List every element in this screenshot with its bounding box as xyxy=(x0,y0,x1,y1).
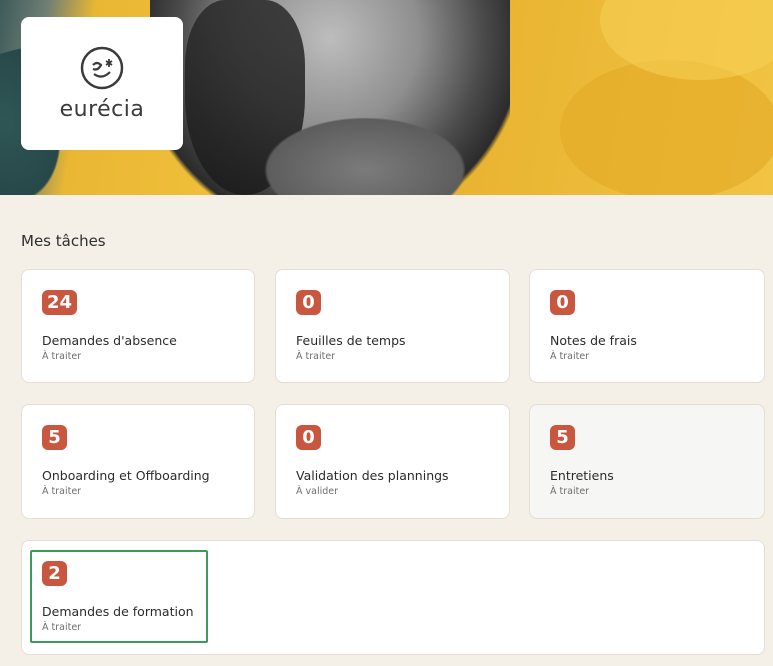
task-title: Demandes d'absence xyxy=(42,333,177,348)
section-title: Mes tâches xyxy=(21,232,106,250)
task-card-timesheets[interactable]: 0 Feuilles de temps À traiter xyxy=(275,269,510,383)
focus-outline xyxy=(30,550,208,643)
eurecia-logo-icon xyxy=(80,46,124,90)
page: eurécia Mes tâches 24 Demandes d'absence… xyxy=(0,0,773,666)
task-title: Notes de frais xyxy=(550,333,637,348)
task-status: À traiter xyxy=(42,351,82,362)
brand-logo[interactable]: eurécia xyxy=(21,17,183,150)
task-card-onboarding[interactable]: 5 Onboarding et Offboarding À traiter xyxy=(21,404,255,519)
task-count-badge: 5 xyxy=(550,425,575,450)
task-count-badge: 24 xyxy=(42,290,78,315)
task-card-interviews[interactable]: 5 Entretiens À traiter xyxy=(529,404,765,519)
task-count-badge: 5 xyxy=(42,425,67,450)
task-status: À traiter xyxy=(550,351,590,362)
task-title: Feuilles de temps xyxy=(296,333,406,348)
task-count-badge: 0 xyxy=(550,290,575,315)
task-status: À valider xyxy=(296,486,339,497)
task-count-badge: 0 xyxy=(296,290,321,315)
task-status: À traiter xyxy=(42,486,82,497)
task-title: Entretiens xyxy=(550,468,614,483)
task-title: Validation des plannings xyxy=(296,468,449,483)
task-title: Onboarding et Offboarding xyxy=(42,468,210,483)
task-count-badge: 0 xyxy=(296,425,321,450)
task-card-plannings[interactable]: 0 Validation des plannings À valider xyxy=(275,404,510,519)
brand-name: eurécia xyxy=(59,97,145,122)
task-card-expenses[interactable]: 0 Notes de frais À traiter xyxy=(529,269,765,383)
task-status: À traiter xyxy=(296,351,336,362)
blob-decoration xyxy=(560,60,773,195)
hero-photo-shirt xyxy=(250,110,480,195)
task-status: À traiter xyxy=(550,486,590,497)
task-card-absence[interactable]: 24 Demandes d'absence À traiter xyxy=(21,269,255,383)
